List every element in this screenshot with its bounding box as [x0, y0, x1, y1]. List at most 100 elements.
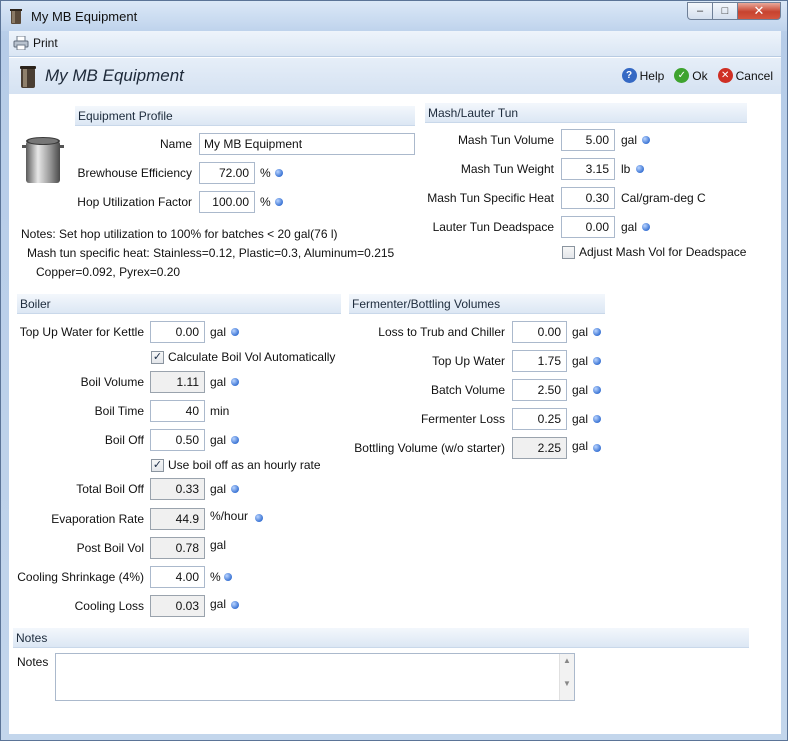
title-bar[interactable]: My MB Equipment – □ ✕	[1, 1, 787, 31]
equipment-window: My MB Equipment – □ ✕ Print My MB Equipm…	[0, 0, 788, 741]
boiler-heading: Boiler	[17, 294, 341, 314]
cancel-button[interactable]: ✕ Cancel	[717, 68, 773, 83]
topup-kettle-field[interactable]: 0.00	[150, 321, 205, 343]
bottling-volume-field: 2.25	[512, 437, 567, 459]
boil-off-unit: gal	[210, 433, 227, 447]
info-dot-icon[interactable]	[255, 514, 263, 522]
hop-utilization-unit: %	[260, 195, 271, 209]
hop-utilization-field[interactable]: 100.00	[199, 191, 255, 213]
info-dot-icon[interactable]	[593, 328, 601, 336]
maximize-icon: □	[721, 5, 729, 17]
notes-textarea[interactable]: ▲ ▼	[55, 653, 575, 701]
info-dot-icon[interactable]	[231, 601, 239, 609]
fermenter-topup-field[interactable]: 1.75	[512, 350, 567, 372]
fermenter-loss-field[interactable]: 0.25	[512, 408, 567, 430]
boil-volume-field: 1.11	[150, 371, 205, 393]
topup-kettle-label: Top Up Water for Kettle	[19, 325, 144, 339]
batch-volume-field[interactable]: 2.50	[512, 379, 567, 401]
printer-icon	[13, 36, 29, 50]
name-field[interactable]: My MB Equipment	[199, 133, 415, 155]
mash-volume-label: Mash Tun Volume	[457, 133, 554, 147]
boil-off-field[interactable]: 0.50	[150, 429, 205, 451]
fermenter-loss-unit: gal	[572, 412, 589, 426]
ok-button[interactable]: ✓ Ok	[674, 68, 708, 83]
mash-volume-field[interactable]: 5.00	[561, 129, 615, 151]
notes-scrollbar[interactable]: ▲ ▼	[559, 654, 574, 700]
cooling-shrinkage-field[interactable]: 4.00	[150, 566, 205, 588]
print-button[interactable]: Print	[13, 36, 58, 50]
info-dot-icon[interactable]	[642, 223, 650, 231]
lauter-deadspace-field[interactable]: 0.00	[561, 216, 615, 238]
info-dot-icon[interactable]	[593, 415, 601, 423]
fermenter-icon	[20, 66, 36, 88]
boil-time-unit: min	[210, 404, 230, 418]
info-dot-icon[interactable]	[275, 169, 283, 177]
evaporation-rate-field: 44.9	[150, 508, 205, 530]
notes-hint-line3: Copper=0.092, Pyrex=0.20	[36, 265, 181, 279]
info-dot-icon[interactable]	[593, 444, 601, 452]
adjust-deadspace-label: Adjust Mash Vol for Deadspace	[579, 245, 747, 259]
help-icon: ?	[621, 68, 637, 83]
mash-volume-unit: gal	[621, 133, 638, 147]
hourly-rate-checkbox[interactable]: ✓	[151, 459, 164, 472]
info-dot-icon[interactable]	[642, 136, 650, 144]
batch-volume-label: Batch Volume	[430, 383, 505, 397]
mash-tun-heading: Mash/Lauter Tun	[425, 103, 747, 123]
mash-weight-label: Mash Tun Weight	[460, 162, 554, 176]
trub-loss-label: Loss to Trub and Chiller	[378, 325, 505, 339]
notes-hint-line2: Mash tun specific heat: Stainless=0.12, …	[27, 246, 395, 260]
cooling-loss-unit: gal	[210, 597, 227, 611]
help-button[interactable]: ? Help	[621, 68, 664, 83]
evaporation-rate-label: Evaporation Rate	[51, 512, 144, 526]
info-dot-icon[interactable]	[231, 436, 239, 444]
info-dot-icon[interactable]	[231, 485, 239, 493]
cooling-loss-label: Cooling Loss	[74, 599, 144, 613]
cancel-icon: ✕	[717, 68, 733, 83]
close-icon: ✕	[753, 3, 765, 18]
hop-utilization-label: Hop Utilization Factor	[77, 195, 192, 209]
ok-label: Ok	[692, 68, 708, 83]
calc-boil-vol-checkbox[interactable]: ✓	[151, 351, 164, 364]
notes-heading: Notes	[13, 628, 749, 648]
mash-weight-unit: lb	[621, 162, 631, 176]
calc-boil-vol-label: Calculate Boil Vol Automatically	[168, 350, 336, 364]
boil-time-field[interactable]: 40	[150, 400, 205, 422]
info-dot-icon[interactable]	[593, 357, 601, 365]
name-label: Name	[159, 137, 192, 151]
info-dot-icon[interactable]	[224, 573, 232, 581]
efficiency-field[interactable]: 72.00	[199, 162, 255, 184]
info-dot-icon[interactable]	[636, 165, 644, 173]
checkmark-icon: ✓	[674, 68, 690, 83]
fermenter-loss-label: Fermenter Loss	[420, 412, 505, 426]
fermenter-heading: Fermenter/Bottling Volumes	[349, 294, 605, 314]
evaporation-rate-unit: %/hour	[210, 509, 249, 523]
mash-weight-field[interactable]: 3.15	[561, 158, 615, 180]
bottling-volume-unit: gal	[572, 439, 589, 453]
close-window-button[interactable]: ✕	[737, 2, 781, 20]
notes-label: Notes	[17, 655, 49, 669]
notes-hint-line1: Notes: Set hop utilization to 100% for b…	[21, 227, 338, 241]
adjust-deadspace-checkbox[interactable]	[562, 246, 575, 259]
fermenter-topup-label: Top Up Water	[432, 354, 505, 368]
page-title: My MB Equipment	[45, 66, 184, 85]
info-dot-icon[interactable]	[231, 378, 239, 386]
total-boil-off-field: 0.33	[150, 478, 205, 500]
info-dot-icon[interactable]	[231, 328, 239, 336]
mash-specific-heat-unit: Cal/gram-deg C	[621, 191, 706, 205]
trub-loss-field[interactable]: 0.00	[512, 321, 567, 343]
print-label: Print	[33, 36, 58, 50]
info-dot-icon[interactable]	[593, 386, 601, 394]
dialog-header: My MB Equipment ? Help ✓ Ok ✕ Cancel	[9, 58, 781, 94]
mash-specific-heat-field[interactable]: 0.30	[561, 187, 615, 209]
maximize-button[interactable]: □	[712, 2, 738, 20]
minimize-button[interactable]: –	[687, 2, 713, 20]
minimize-icon: –	[696, 5, 704, 17]
lauter-deadspace-unit: gal	[621, 220, 638, 234]
efficiency-unit: %	[260, 166, 271, 180]
post-boil-vol-field: 0.78	[150, 537, 205, 559]
mash-specific-heat-label: Mash Tun Specific Heat	[427, 191, 554, 205]
info-dot-icon[interactable]	[275, 198, 283, 206]
batch-volume-unit: gal	[572, 383, 589, 397]
boil-volume-label: Boil Volume	[80, 375, 144, 389]
fermenter-topup-unit: gal	[572, 354, 589, 368]
